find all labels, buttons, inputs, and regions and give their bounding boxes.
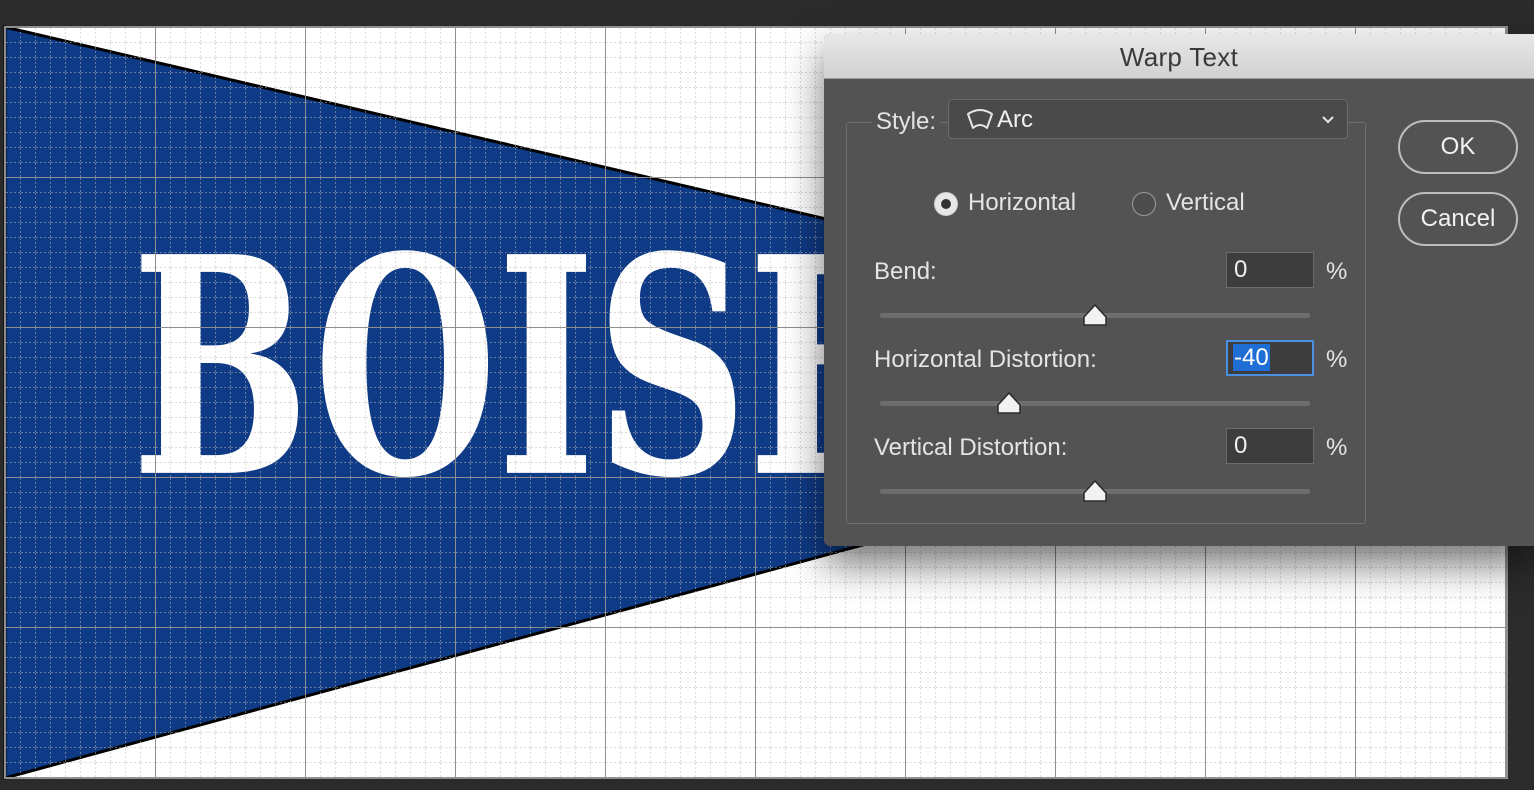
warp-text-dialog: Warp Text Style: Arc Horizontal Vertical…: [824, 34, 1534, 546]
bend-unit: %: [1326, 258, 1348, 285]
horizontal-distortion-unit: %: [1326, 346, 1348, 373]
dialog-title: Warp Text: [1119, 42, 1239, 72]
vertical-radio-label[interactable]: Vertical: [1166, 189, 1245, 217]
style-select-value: Arc: [997, 106, 1033, 133]
bend-slider-thumb[interactable]: [1082, 303, 1108, 327]
vertical-distortion-label: Vertical Distortion:: [874, 434, 1068, 461]
vertical-distortion-slider-thumb[interactable]: [1082, 479, 1108, 503]
vertical-distortion-input[interactable]: 0: [1226, 428, 1314, 464]
bend-input-value: 0: [1234, 256, 1248, 283]
dialog-titlebar[interactable]: Warp Text: [824, 34, 1534, 79]
bend-slider-track[interactable]: [880, 304, 1310, 326]
vertical-distortion-slider-track[interactable]: [880, 480, 1310, 502]
horizontal-distortion-input[interactable]: -40: [1226, 340, 1314, 376]
bend-label: Bend:: [874, 258, 937, 285]
style-label: Style:: [872, 108, 941, 136]
horizontal-distortion-slider-thumb[interactable]: [996, 391, 1022, 415]
style-select[interactable]: Arc: [948, 99, 1348, 139]
horizontal-distortion-label: Horizontal Distortion:: [874, 346, 1097, 373]
cancel-button[interactable]: Cancel: [1398, 192, 1518, 246]
bend-input[interactable]: 0: [1226, 252, 1314, 288]
ok-button[interactable]: OK: [1398, 120, 1518, 174]
horizontal-radio[interactable]: [934, 192, 958, 216]
vertical-radio[interactable]: [1132, 192, 1156, 216]
chevron-down-icon: [1322, 116, 1334, 124]
horizontal-distortion-slider-track[interactable]: [880, 392, 1310, 414]
arc-warp-icon: [967, 109, 993, 129]
horizontal-radio-label[interactable]: Horizontal: [968, 189, 1076, 217]
vertical-distortion-input-value: 0: [1234, 432, 1248, 459]
vertical-distortion-unit: %: [1326, 434, 1348, 461]
horizontal-distortion-input-value: -40: [1233, 344, 1270, 371]
